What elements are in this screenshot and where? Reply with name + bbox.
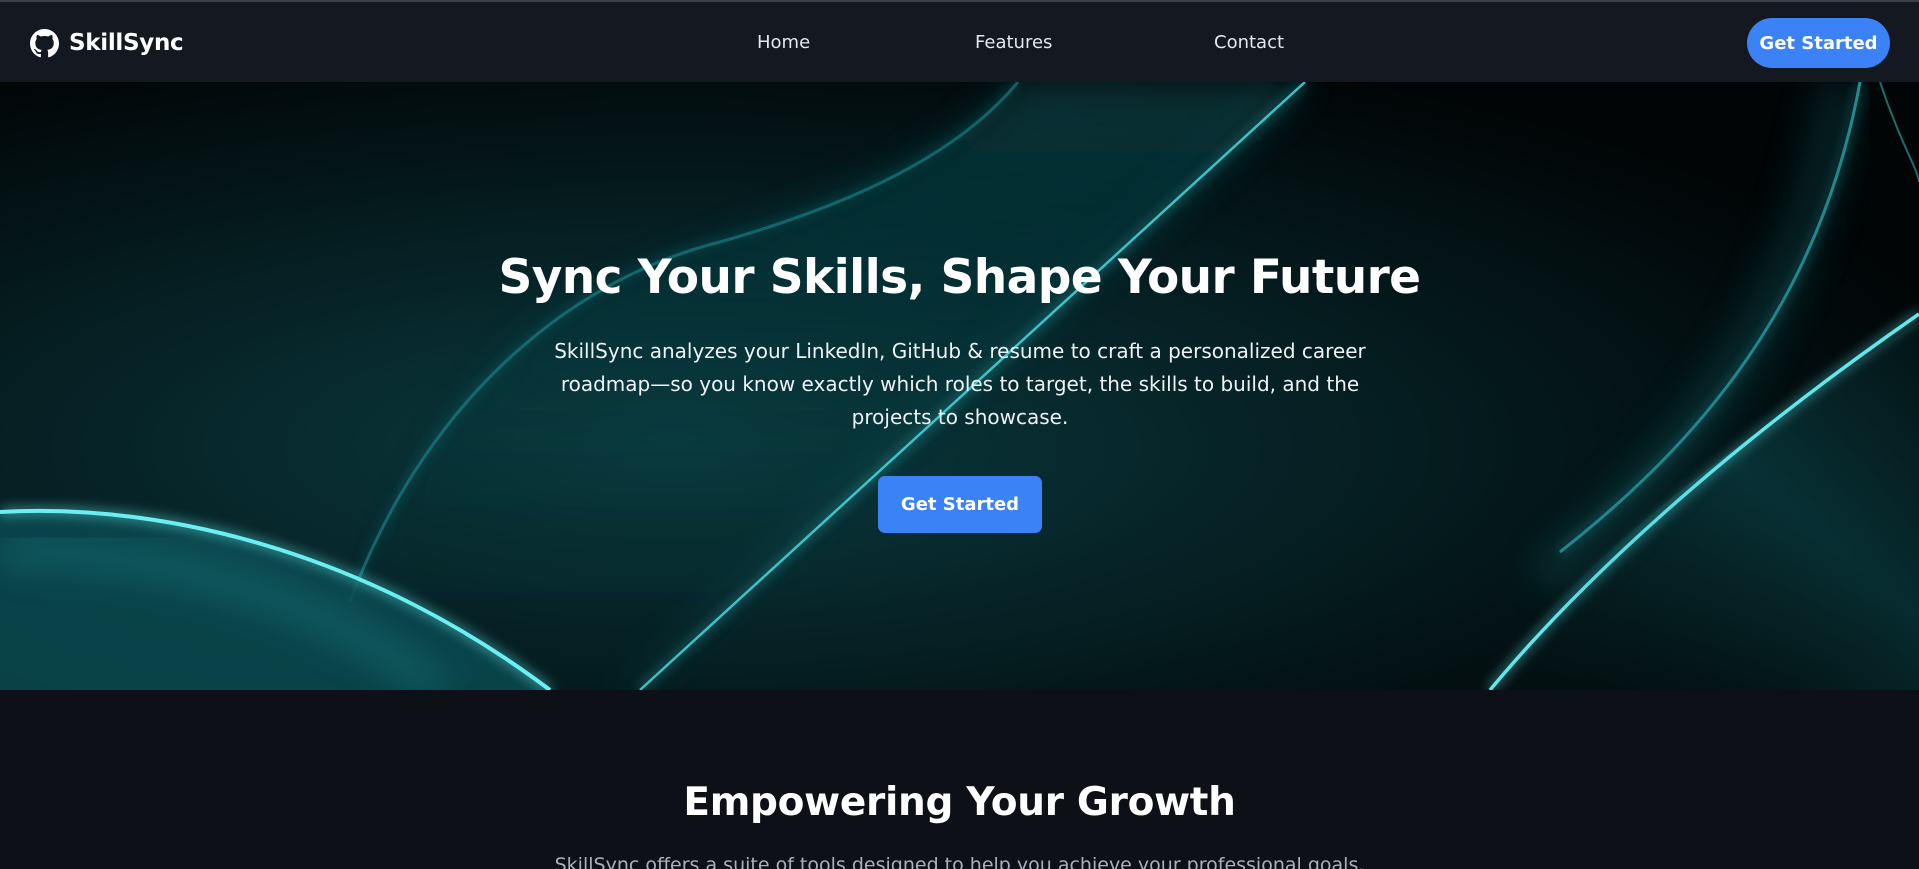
top-navbar: SkillSync Home Features Contact Get Star… xyxy=(0,0,1919,82)
nav-get-started-button[interactable]: Get Started xyxy=(1747,18,1890,68)
nav-link-contact[interactable]: Contact xyxy=(1214,31,1284,55)
page: SkillSync Home Features Contact Get Star… xyxy=(0,0,1919,869)
section-title: Empowering Your Growth xyxy=(683,780,1236,825)
features-section: Empowering Your Growth SkillSync offers … xyxy=(0,690,1919,869)
nav-link-features[interactable]: Features xyxy=(975,31,1052,55)
section-subtitle: SkillSync offers a suite of tools design… xyxy=(554,854,1365,869)
hero-title: Sync Your Skills, Shape Your Future xyxy=(498,250,1422,305)
hero-get-started-button[interactable]: Get Started xyxy=(878,476,1042,533)
github-icon xyxy=(30,28,59,57)
hero-section: Sync Your Skills, Shape Your Future Skil… xyxy=(0,82,1919,690)
brand-logo[interactable]: SkillSync xyxy=(30,26,184,60)
nav-link-home[interactable]: Home xyxy=(757,31,810,55)
hero-subtitle: SkillSync analyzes your LinkedIn, GitHub… xyxy=(554,339,1366,429)
brand-name: SkillSync xyxy=(69,30,184,56)
